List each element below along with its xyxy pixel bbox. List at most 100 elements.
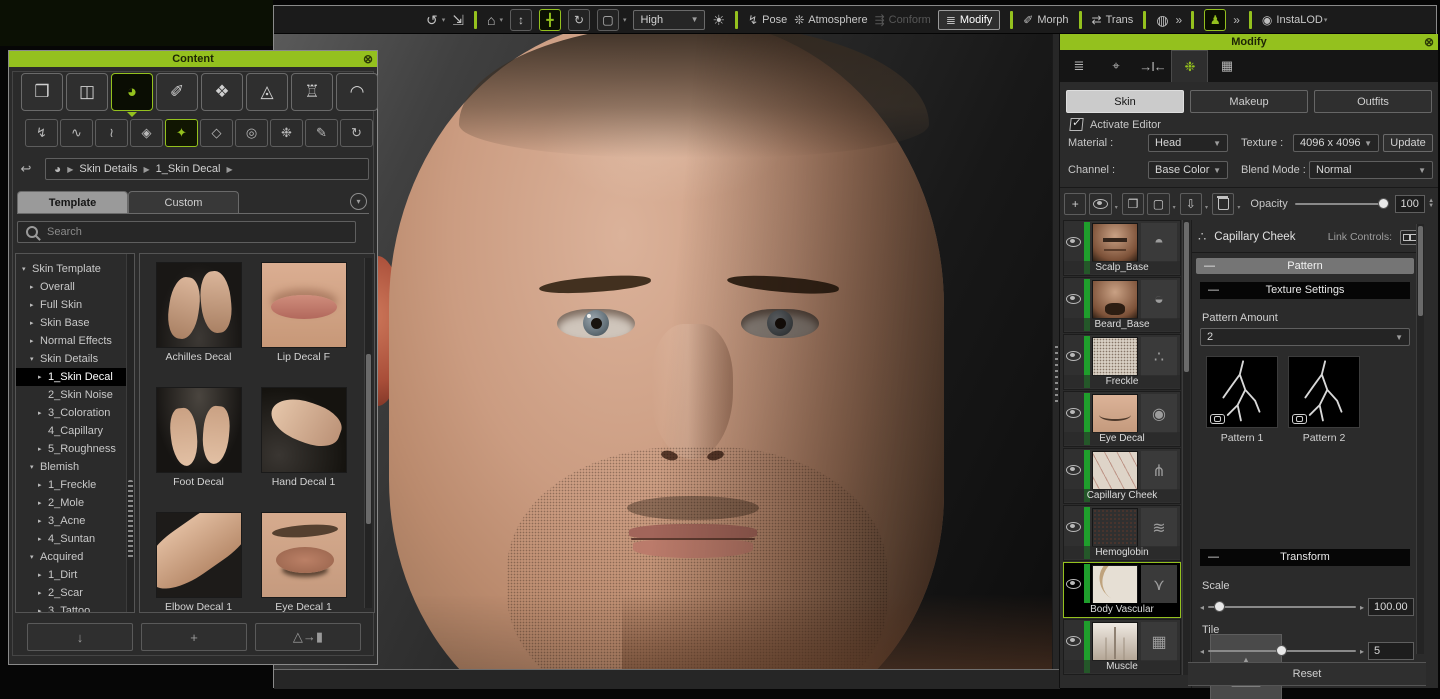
tree-item[interactable]: ▸ Skin Base <box>16 314 134 332</box>
visibility-eye-icon[interactable] <box>1066 465 1081 478</box>
layer-thumbnail[interactable] <box>1092 451 1138 490</box>
subcategory-icon[interactable]: ✦ <box>165 119 198 147</box>
category-icon[interactable]: ❒ <box>21 73 63 111</box>
mask-icon[interactable]: ❐ <box>1122 193 1144 215</box>
layer-item[interactable]: ≋ Hemoglobin <box>1063 505 1181 561</box>
quality-dropdown[interactable]: High ▼ <box>633 10 705 30</box>
footer-button[interactable]: + <box>141 623 247 651</box>
visibility-dropdown-caret[interactable]: ▾ <box>1115 204 1118 211</box>
tab-custom[interactable]: Custom <box>128 191 239 213</box>
visibility-eye-icon[interactable] <box>1066 636 1081 649</box>
pattern-section-header[interactable]: — Pattern <box>1196 258 1414 274</box>
tree-item[interactable]: ▸ Overall <box>16 278 134 296</box>
modify-tab-icon[interactable]: →I← <box>1134 50 1171 82</box>
subcategory-icon[interactable]: ↯ <box>25 119 58 147</box>
layer-thumbnail[interactable] <box>1092 223 1138 262</box>
update-button[interactable]: Update <box>1383 134 1433 152</box>
asset-image[interactable] <box>156 512 242 598</box>
visibility-eye-icon[interactable] <box>1066 237 1081 250</box>
select-tool-icon[interactable]: ▢ <box>597 9 619 31</box>
expand-chevrons-icon[interactable]: » <box>1233 13 1239 27</box>
blend-mode-dropdown[interactable]: Normal▼ <box>1309 161 1433 179</box>
instalod-button[interactable]: ◉ InstaLOD ▾ <box>1262 13 1327 27</box>
tree-item[interactable]: ▾ Acquired <box>16 548 134 566</box>
activate-editor-checkbox[interactable] <box>1069 118 1083 131</box>
lighting-icon[interactable]: ☀ <box>712 13 725 27</box>
pose-button[interactable]: ↯ Pose <box>748 13 787 27</box>
subcategory-icon[interactable]: ✎ <box>305 119 338 147</box>
breadcrumb-item[interactable]: 1_Skin Decal <box>156 163 221 175</box>
layer-thumbnail[interactable] <box>1092 622 1138 661</box>
tree-expand-icon[interactable]: ▾ <box>30 553 40 561</box>
asset-thumbnail[interactable]: Eye Decal 1 <box>251 512 356 613</box>
tree-item[interactable]: ▸ 4_Suntan <box>16 530 134 548</box>
frame-object-icon[interactable]: ↕ <box>510 9 532 31</box>
home-camera-icon[interactable]: ⌂ <box>487 13 495 27</box>
category-icon[interactable]: ◠ <box>336 73 378 111</box>
tree-expand-icon[interactable]: ▸ <box>38 499 48 507</box>
layer-thumbnail[interactable] <box>1092 565 1138 604</box>
tree-expand-icon[interactable]: ▸ <box>38 481 48 489</box>
layer-thumbnail[interactable] <box>1092 508 1138 547</box>
modify-tab-icon[interactable]: ❉ <box>1171 50 1208 82</box>
asset-image[interactable] <box>261 512 347 598</box>
character-tool-icon[interactable]: ♟ <box>1204 9 1226 31</box>
modify-tab-icon[interactable]: ≣ <box>1060 50 1097 82</box>
tree-expand-icon[interactable]: ▸ <box>30 337 40 345</box>
tree-expand-icon[interactable]: ▸ <box>38 409 48 417</box>
visibility-eye-icon[interactable] <box>1066 522 1081 535</box>
breadcrumb[interactable]: ◕ ▶ Skin Details ▶ 1_Skin Decal ▶ <box>45 158 369 180</box>
tree-item[interactable]: 4_Capillary <box>16 422 134 440</box>
category-icon[interactable]: ✐ <box>156 73 198 111</box>
tree-expand-icon[interactable]: ▸ <box>38 571 48 579</box>
tree-expand-icon[interactable]: ▸ <box>38 445 48 453</box>
tree-scrollbar[interactable] <box>126 254 134 612</box>
asset-image[interactable] <box>156 387 242 473</box>
category-icon[interactable]: ◕ <box>111 73 153 111</box>
subcategory-icon[interactable]: ≀ <box>95 119 128 147</box>
globe-icon[interactable]: ◍ <box>1156 13 1168 27</box>
pattern-thumbnail[interactable]: Pattern 2 <box>1288 356 1360 444</box>
footer-button[interactable]: △→▮ <box>255 623 361 651</box>
asset-grid-scrollbar[interactable] <box>364 258 372 608</box>
visibility-eye-icon[interactable] <box>1066 579 1081 592</box>
tile-value[interactable]: 5 <box>1368 642 1414 660</box>
pattern-image[interactable] <box>1288 356 1360 428</box>
tree-item[interactable]: ▾ Blemish <box>16 458 134 476</box>
pattern-amount-dropdown[interactable]: 2▼ <box>1200 328 1410 346</box>
mode-button[interactable]: Makeup <box>1190 90 1308 113</box>
tree-item[interactable]: ▸ 3_Coloration <box>16 404 134 422</box>
asset-image[interactable] <box>156 262 242 348</box>
visibility-eye-icon[interactable] <box>1066 294 1081 307</box>
modify-button[interactable]: ≣ Modify <box>938 10 1000 30</box>
texture-settings-section-header[interactable]: — Texture Settings <box>1200 282 1410 299</box>
layer-item[interactable]: ◒ Beard_Base <box>1063 277 1181 333</box>
material-dropdown[interactable]: Head▼ <box>1148 134 1228 152</box>
modify-tab-icon[interactable]: ⌖ <box>1097 50 1134 82</box>
layer-item[interactable]: ◓ Scalp_Base <box>1063 220 1181 276</box>
home-dropdown-caret[interactable]: ▾ <box>499 16 503 24</box>
scale-slider-handle[interactable] <box>1214 601 1225 612</box>
asset-image[interactable] <box>261 262 347 348</box>
select-dropdown-caret[interactable]: ▾ <box>1173 204 1176 211</box>
channel-dropdown[interactable]: Base Color▼ <box>1148 161 1228 179</box>
breadcrumb-item[interactable]: Skin Details <box>79 163 137 175</box>
tree-item[interactable]: ▸ 1_Dirt <box>16 566 134 584</box>
subcategory-icon[interactable]: ◇ <box>200 119 233 147</box>
opacity-spinner[interactable]: ▲▼ <box>1428 199 1434 209</box>
opacity-slider-handle[interactable] <box>1378 198 1389 209</box>
tree-item[interactable]: ▸ Full Skin <box>16 296 134 314</box>
morph-button[interactable]: ✐ Morph <box>1023 13 1068 27</box>
category-icon[interactable]: ◫ <box>66 73 108 111</box>
subcategory-icon[interactable]: ◈ <box>130 119 163 147</box>
tree-expand-icon[interactable]: ▸ <box>30 319 40 327</box>
pattern-thumbnail[interactable]: Pattern 1 <box>1206 356 1278 444</box>
delete-layer-icon[interactable] <box>1212 193 1234 215</box>
subcategory-icon[interactable]: ∿ <box>60 119 93 147</box>
layer-thumbnail[interactable] <box>1092 337 1138 376</box>
tree-expand-icon[interactable]: ▸ <box>38 373 48 381</box>
properties-scrollbar[interactable] <box>1416 224 1424 654</box>
tree-expand-icon[interactable]: ▸ <box>30 283 40 291</box>
tree-expand-icon[interactable]: ▸ <box>30 301 40 309</box>
add-layer-icon[interactable]: + <box>1064 193 1086 215</box>
